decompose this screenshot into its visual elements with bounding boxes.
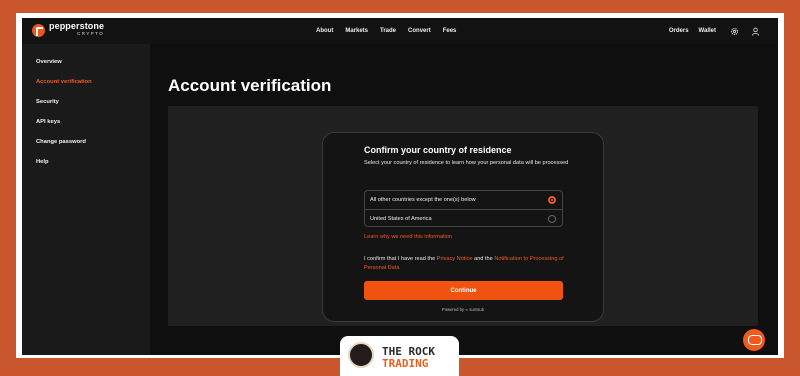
nav-trade[interactable]: Trade — [380, 28, 396, 34]
nav-about[interactable]: About — [316, 28, 333, 34]
user-icon[interactable] — [751, 27, 760, 36]
verification-panel: Confirm your country of residence Select… — [168, 106, 758, 326]
sidebar-item-api-keys[interactable]: API keys — [36, 119, 60, 125]
learn-why-link[interactable]: Learn why we need this information — [364, 234, 452, 240]
main-content: Account verification Confirm your countr… — [150, 44, 778, 355]
sumsub-icon: ∞ — [465, 307, 469, 312]
powered-label: Powered by — [441, 307, 465, 312]
sidebar-item-help[interactable]: Help — [36, 159, 49, 165]
privacy-notice-link[interactable]: Privacy Notice — [437, 256, 473, 262]
nav-orders[interactable]: Orders — [669, 28, 689, 34]
sidebar-item-security[interactable]: Security — [36, 99, 59, 105]
brand-sub: CRYPTO — [77, 31, 105, 36]
nav-convert[interactable]: Convert — [408, 28, 431, 34]
watermark-line2: TRADING — [382, 357, 429, 370]
top-navigation-bar: pepperstone CRYPTO About Markets Trade C… — [22, 18, 778, 44]
logo-mark-icon — [32, 23, 45, 37]
country-confirmation-card: Confirm your country of residence Select… — [322, 132, 604, 322]
brand-name: pepperstone — [49, 21, 105, 31]
powered-brand: sumsub — [469, 307, 485, 312]
sidebar-item-account-verification[interactable]: Account verification — [36, 79, 92, 85]
sidebar-item-change-password[interactable]: Change password — [36, 139, 86, 145]
option-label: All other countries except the one(s) be… — [370, 197, 476, 203]
nav-fees[interactable]: Fees — [443, 28, 457, 34]
account-nav: Orders Wallet — [669, 18, 768, 44]
app-window: pepperstone CRYPTO About Markets Trade C… — [22, 18, 778, 355]
main-nav: About Markets Trade Convert Fees — [316, 18, 468, 44]
card-description: Select your country of residence to lear… — [364, 160, 569, 166]
consent-prefix: I confirm that I have read the — [364, 256, 436, 262]
sidebar-item-overview[interactable]: Overview — [36, 59, 62, 65]
card-title: Confirm your country of residence — [364, 145, 512, 155]
gear-icon[interactable] — [730, 27, 739, 36]
continue-button[interactable]: Continue — [364, 281, 563, 300]
consent-middle: and the — [474, 256, 493, 262]
pepperstone-logo[interactable]: pepperstone CRYPTO — [32, 22, 104, 38]
radio-unselected-icon[interactable] — [548, 214, 556, 223]
chat-icon[interactable] — [743, 329, 765, 351]
nav-wallet[interactable]: Wallet — [699, 28, 716, 34]
country-options: All other countries except the one(s) be… — [364, 190, 563, 227]
watermark-badge: THE ROCK TRADING — [340, 336, 459, 376]
page-title: Account verification — [168, 76, 332, 95]
option-usa[interactable]: United States of America — [365, 209, 562, 227]
sidebar: Overview Account verification Security A… — [22, 44, 150, 355]
the-rock-trading-logo-icon — [348, 342, 374, 368]
powered-by: Powered by ∞ sumsub — [323, 307, 603, 312]
nav-markets[interactable]: Markets — [345, 28, 368, 34]
consent-text: I confirm that I have read the Privacy N… — [364, 255, 564, 273]
radio-selected-icon[interactable] — [548, 196, 556, 204]
option-other-countries[interactable]: All other countries except the one(s) be… — [365, 191, 562, 209]
option-label: United States of America — [370, 215, 432, 222]
